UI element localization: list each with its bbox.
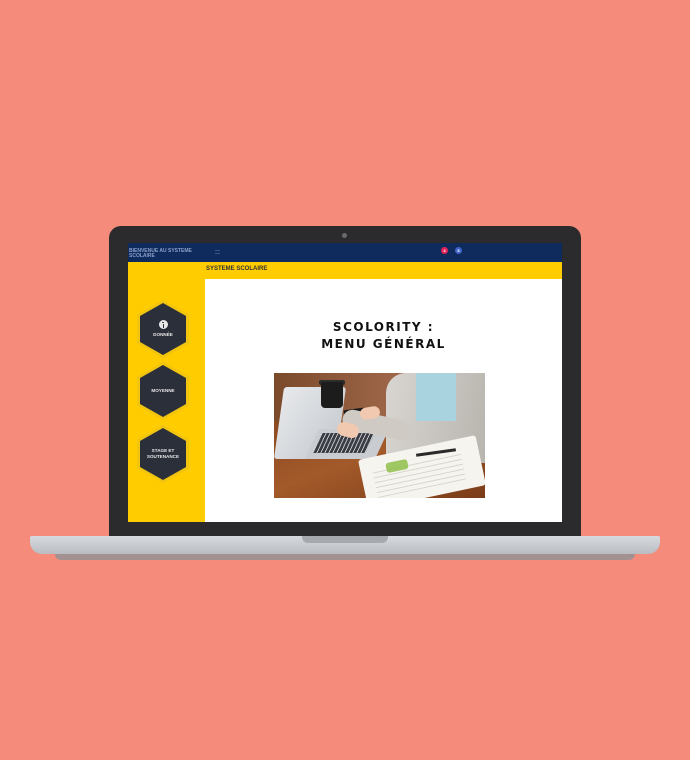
photo-shirt	[416, 373, 456, 421]
laptop-shadow	[55, 554, 635, 560]
sidebar-item-label: MOYENNE	[151, 388, 175, 393]
main-content: SCOLORITY : MENU GÉNÉRAL	[205, 279, 562, 522]
webcam-dot	[342, 233, 347, 238]
page-subtitle: MENU GÉNÉRAL	[321, 337, 446, 351]
app-brand[interactable]: BIENVENUE AU SYSTEME SCOLAIRE	[129, 249, 195, 259]
hex-button-face: STAGE ET SOUTENANCE	[140, 428, 186, 480]
notification-badge-blue[interactable]: 8	[455, 247, 462, 254]
laptop-notch	[302, 536, 388, 543]
menu-toggle-icon[interactable]	[215, 250, 220, 254]
photo-cup	[321, 382, 343, 408]
sidebar-item-donnee[interactable]: DONNÉE	[137, 300, 189, 358]
sidebar-item-stage-soutenance[interactable]: STAGE ET SOUTENANCE	[137, 425, 189, 483]
hex-button-face: MOYENNE	[140, 365, 186, 417]
sidebar-item-moyenne[interactable]: MOYENNE	[137, 362, 189, 420]
sidebar: DONNÉE MOYENNE STAGE ET SOUTENANCE	[128, 262, 205, 522]
app-screen: BIENVENUE AU SYSTEME SCOLAIRE 4 8 DONNÉE…	[128, 243, 562, 522]
top-navbar: BIENVENUE AU SYSTEME SCOLAIRE 4 8	[128, 243, 562, 262]
page-title: SCOLORITY :	[332, 320, 435, 334]
info-icon	[158, 320, 168, 329]
hero-photo	[274, 373, 485, 498]
sidebar-item-label: DONNÉE	[153, 332, 173, 337]
section-title: SYSTEME SCOLAIRE	[206, 266, 268, 272]
section-header: SYSTEME SCOLAIRE	[205, 262, 562, 279]
sidebar-item-label: STAGE ET SOUTENANCE	[146, 448, 180, 459]
hex-button-face: DONNÉE	[140, 303, 186, 355]
notification-badge-red[interactable]: 4	[441, 247, 448, 254]
